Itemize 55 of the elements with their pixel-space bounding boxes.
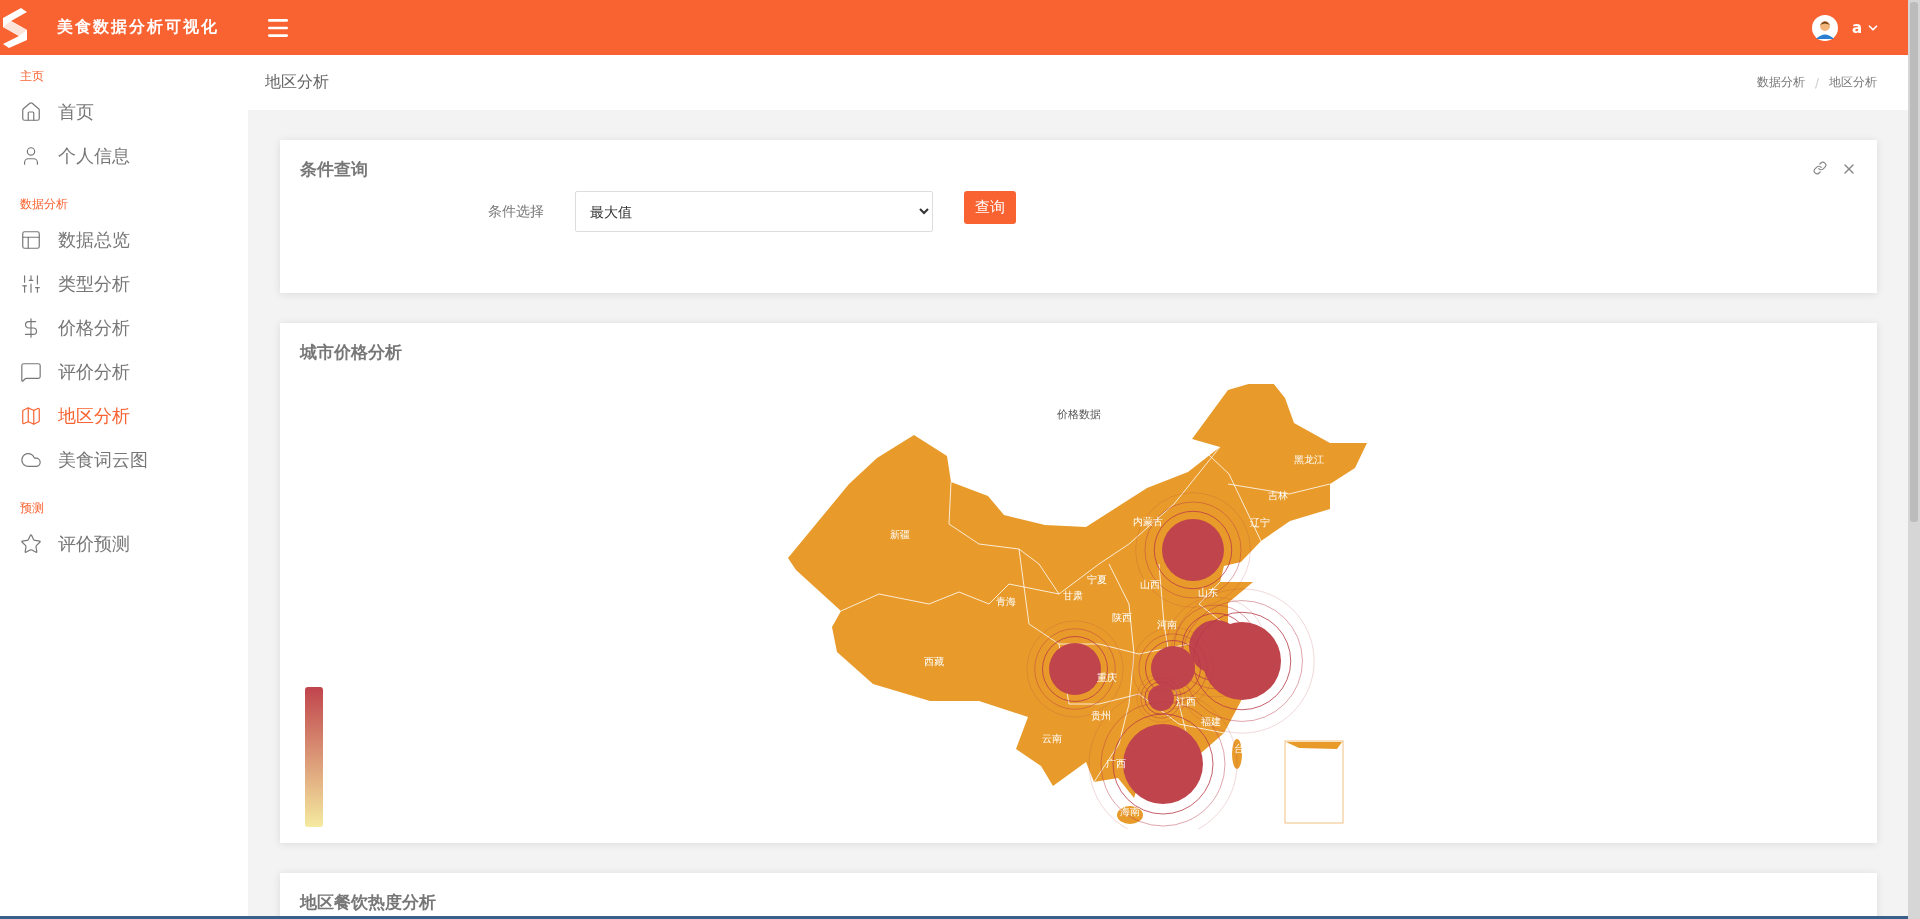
map-title: 价格数据 (1056, 408, 1101, 421)
sidebar-section-label: 数据分析 (19, 196, 69, 213)
card-title: 地区餐饮热度分析 (300, 891, 436, 914)
breadcrumb-separator: / (1814, 75, 1819, 90)
condition-select[interactable]: 最大值 (575, 191, 933, 232)
sidebar-item[interactable]: 个人信息 (0, 134, 248, 177)
province-label: 海南 (1119, 806, 1140, 817)
chat-bubble-icon (20, 360, 42, 383)
card-title: 城市价格分析 (300, 341, 402, 364)
user-menu[interactable]: a (1851, 18, 1880, 37)
province-label: 陕西 (1111, 612, 1132, 623)
province-label: 山西 (1139, 579, 1160, 590)
province-label: 新疆 (889, 529, 910, 540)
map-icon (20, 404, 42, 427)
province-label: 山东 (1197, 587, 1218, 598)
avatar-icon[interactable] (1811, 14, 1838, 41)
province-label: 广西 (1105, 758, 1126, 769)
sidebar-item[interactable]: 评价分析 (0, 350, 248, 393)
sidebar-item[interactable]: 评价预测 (0, 522, 248, 565)
sidebar-item[interactable]: 数据总览 (0, 218, 248, 261)
province-label: 甘肃 (1062, 590, 1083, 601)
province-label: 青海 (995, 596, 1016, 607)
sliders-icon (20, 272, 42, 295)
scrollbar[interactable] (1908, 0, 1920, 919)
page-title: 地区分析 (265, 72, 329, 93)
logo-icon (3, 7, 27, 48)
province-label: 内蒙古 (1132, 516, 1163, 527)
province-label: 贵州 (1090, 710, 1111, 721)
province-label: 江西 (1175, 696, 1196, 707)
app-title: 美食数据分析可视化 (57, 17, 219, 38)
province-label: 云南 (1041, 733, 1062, 744)
sidebar-section-label: 主页 (19, 68, 45, 85)
layout-icon (20, 228, 42, 251)
province-label: 台 (1233, 743, 1244, 754)
breadcrumb-link[interactable]: 数据分析 (1756, 74, 1805, 91)
province-label: 吉林 (1267, 490, 1288, 501)
star-icon (20, 532, 42, 555)
house-icon (20, 100, 42, 123)
province-label: 宁夏 (1086, 574, 1107, 585)
province-label: 河南 (1156, 619, 1177, 630)
province-label: 西藏 (923, 656, 944, 667)
sidebar-item[interactable]: 价格分析 (0, 306, 248, 349)
province-label: 福建 (1200, 716, 1221, 727)
sidebar-section-label: 预测 (19, 500, 45, 517)
province-label: 重庆 (1096, 672, 1117, 683)
field-label: 条件选择 (488, 202, 545, 221)
breadcrumb-current: 地区分析 (1829, 74, 1877, 91)
province-label: 辽宁 (1249, 517, 1270, 528)
sidebar-item[interactable]: 类型分析 (0, 262, 248, 305)
sidebar-item[interactable]: 美食词云图 (0, 438, 248, 481)
sidebar-item[interactable]: 首页 (0, 90, 248, 133)
query-button[interactable]: 查询 (964, 191, 1016, 224)
card-title: 条件查询 (300, 158, 368, 181)
province-label: 黑龙江 (1293, 454, 1324, 465)
link-icon[interactable] (1813, 161, 1827, 175)
